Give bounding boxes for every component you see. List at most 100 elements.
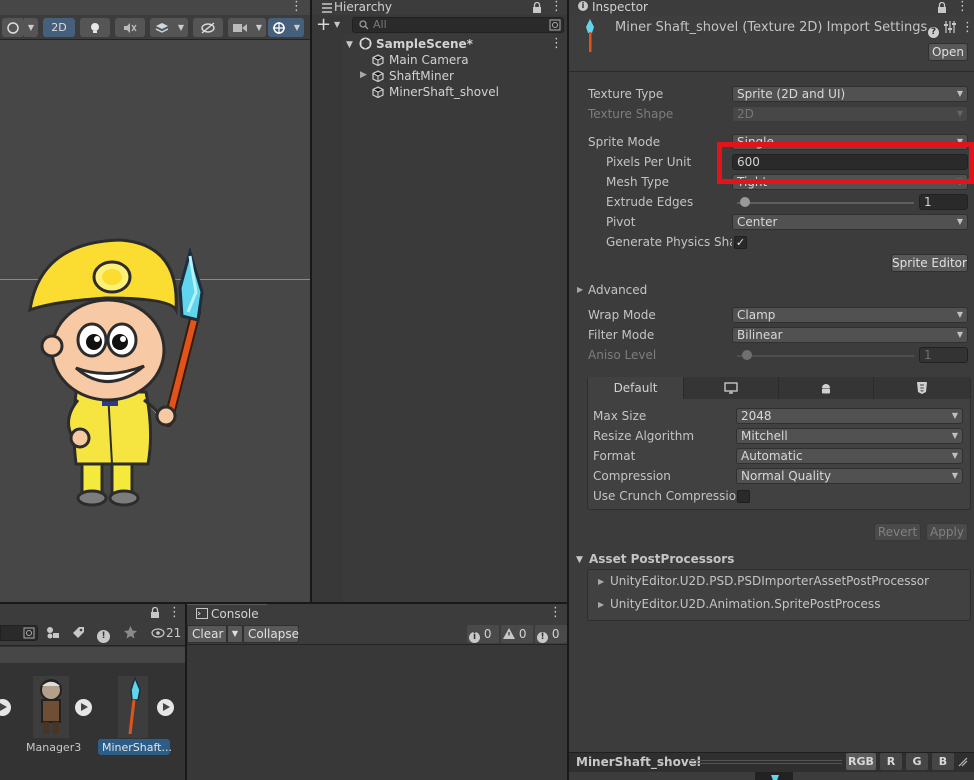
panel-divider[interactable] bbox=[310, 0, 312, 602]
advanced-foldout[interactable]: Advanced bbox=[588, 282, 647, 298]
visibility-toggle-icon[interactable] bbox=[193, 18, 223, 37]
gizmos-dropdown[interactable]: ▼ bbox=[290, 18, 304, 37]
postprocessor-item[interactable]: UnityEditor.U2D.Animation.SpritePostProc… bbox=[610, 596, 880, 612]
open-button[interactable]: Open bbox=[928, 43, 968, 61]
aniso-level-label: Aniso Level bbox=[588, 348, 657, 362]
inspector-tab[interactable]: Inspector bbox=[592, 0, 648, 14]
warning-filter-icon[interactable]: ! bbox=[97, 626, 110, 643]
channel-rgb-button[interactable]: RGB bbox=[846, 753, 876, 770]
resize-algorithm-dropdown[interactable]: Mitchell ▼ bbox=[736, 428, 963, 444]
console-tab[interactable]: Console bbox=[211, 607, 259, 621]
channel-g-button[interactable]: G bbox=[906, 753, 928, 770]
wrap-mode-dropdown[interactable]: Clamp ▼ bbox=[732, 307, 968, 323]
2d-toggle-button[interactable]: 2D bbox=[43, 18, 75, 37]
favorites-star-icon[interactable] bbox=[124, 626, 137, 639]
info-count-toggle[interactable]: i 0 bbox=[467, 625, 499, 643]
max-size-dropdown[interactable]: 2048 ▼ bbox=[736, 408, 963, 424]
console-clear-dropdown[interactable]: ▼ bbox=[227, 625, 243, 643]
scene-more-icon[interactable]: ⋮ bbox=[290, 0, 303, 13]
extrude-edges-input[interactable]: 1 bbox=[919, 194, 968, 210]
miner-character-sprite[interactable] bbox=[20, 232, 210, 512]
scene-expand-icon[interactable]: ▼ bbox=[346, 40, 353, 50]
panel-divider[interactable] bbox=[0, 602, 567, 604]
filter-by-label-icon[interactable] bbox=[72, 626, 85, 639]
sprite-mode-label: Sprite Mode bbox=[588, 135, 661, 149]
manager-asset-thumbnail[interactable] bbox=[33, 676, 69, 738]
lighting-toggle-icon[interactable] bbox=[80, 18, 110, 37]
console-clear-button[interactable]: Clear bbox=[187, 625, 227, 643]
preview-asset-name: MinerShaft_shovel bbox=[576, 755, 701, 769]
scene-more-icon[interactable]: ⋮ bbox=[550, 37, 563, 50]
console-log-area[interactable] bbox=[187, 645, 567, 780]
preset-icon[interactable] bbox=[944, 21, 956, 33]
crunch-compression-checkbox[interactable] bbox=[737, 490, 750, 503]
lock-icon[interactable] bbox=[937, 2, 947, 13]
tab-webgl-platform[interactable] bbox=[874, 377, 970, 399]
filter-mode-dropdown[interactable]: Bilinear ▼ bbox=[732, 327, 968, 343]
shading-mode-dropdown[interactable]: ▼ bbox=[24, 18, 38, 37]
postprocessor-expand-icon[interactable]: ▶ bbox=[598, 600, 604, 609]
panel-divider[interactable] bbox=[185, 604, 187, 780]
scene-search-filter-icon[interactable] bbox=[549, 19, 561, 31]
effects-toggle-icon[interactable] bbox=[150, 18, 174, 37]
format-dropdown[interactable]: Automatic ▼ bbox=[736, 448, 963, 464]
console-collapse-button[interactable]: Collapse bbox=[243, 625, 299, 643]
max-size-label: Max Size bbox=[593, 409, 647, 423]
shovel-asset-thumbnail[interactable] bbox=[118, 676, 148, 738]
texture-type-dropdown[interactable]: Sprite (2D and UI) ▼ bbox=[732, 86, 968, 102]
hidden-packages-icon[interactable] bbox=[151, 628, 165, 638]
filter-by-type-icon[interactable] bbox=[46, 626, 60, 639]
error-count-toggle[interactable]: ! 0 bbox=[535, 625, 567, 643]
inspector-more-icon[interactable]: ⋮ bbox=[956, 0, 969, 13]
effects-dropdown[interactable]: ▼ bbox=[174, 18, 188, 37]
compression-dropdown[interactable]: Normal Quality ▼ bbox=[736, 468, 963, 484]
asset-label-manager3[interactable]: Manager3 bbox=[26, 741, 81, 754]
extrude-edges-slider-handle[interactable] bbox=[740, 197, 750, 207]
audio-mute-icon[interactable] bbox=[115, 18, 145, 37]
hierarchy-item-minershaft-shovel[interactable]: MinerShaft_shovel bbox=[389, 84, 499, 100]
tab-standalone-platform[interactable] bbox=[684, 377, 779, 399]
shaftminer-expand-icon[interactable]: ▶ bbox=[360, 70, 367, 80]
advanced-expand-icon[interactable]: ▶ bbox=[577, 285, 583, 294]
warning-count-toggle[interactable]: 0 bbox=[501, 625, 533, 643]
shading-mode-icon[interactable] bbox=[2, 18, 24, 37]
scene-name[interactable]: SampleScene* bbox=[376, 36, 473, 52]
project-more-icon[interactable]: ⋮ bbox=[168, 606, 181, 619]
preview-drag-handle[interactable] bbox=[690, 760, 842, 764]
postprocessors-foldout[interactable]: Asset PostProcessors bbox=[589, 551, 734, 567]
asset-expand-icon[interactable] bbox=[157, 699, 174, 716]
extrude-edges-slider[interactable] bbox=[737, 202, 914, 204]
generate-physics-checkbox[interactable]: ✓ bbox=[734, 236, 747, 249]
hierarchy-item-shaftminer[interactable]: ShaftMiner bbox=[389, 68, 454, 84]
search-filter-icon[interactable] bbox=[23, 627, 35, 639]
aniso-level-input: 1 bbox=[919, 347, 968, 363]
postprocessor-expand-icon[interactable]: ▶ bbox=[598, 577, 604, 586]
lock-icon[interactable] bbox=[150, 607, 160, 618]
asset-expand-icon[interactable] bbox=[75, 699, 92, 716]
asset-label-minershaft[interactable]: MinerShaft... bbox=[102, 741, 172, 754]
console-more-icon[interactable]: ⋮ bbox=[549, 606, 562, 619]
tab-default-platform[interactable]: Default bbox=[588, 377, 684, 399]
camera-settings-dropdown[interactable]: ▼ bbox=[252, 18, 266, 37]
asset-more-icon[interactable]: ⋮ bbox=[961, 21, 974, 34]
hierarchy-tab[interactable]: Hierarchy bbox=[334, 0, 392, 14]
sprite-editor-button[interactable]: Sprite Editor bbox=[891, 254, 968, 272]
gizmos-icon[interactable] bbox=[268, 18, 290, 37]
revert-button[interactable]: Revert bbox=[874, 523, 921, 541]
add-object-dropdown[interactable]: ▼ bbox=[334, 20, 340, 29]
hierarchy-item-main-camera[interactable]: Main Camera bbox=[389, 52, 469, 68]
postprocessors-expand-icon[interactable]: ▼ bbox=[576, 555, 583, 565]
tab-android-platform[interactable] bbox=[779, 377, 874, 399]
channel-r-button[interactable]: R bbox=[880, 753, 902, 770]
pivot-dropdown[interactable]: Center ▼ bbox=[732, 214, 968, 230]
help-icon[interactable]: ? bbox=[928, 22, 939, 38]
camera-settings-icon[interactable] bbox=[228, 18, 252, 37]
apply-button[interactable]: Apply bbox=[926, 523, 968, 541]
postprocessor-item[interactable]: UnityEditor.U2D.PSD.PSDImporterAssetPost… bbox=[610, 573, 929, 589]
hierarchy-more-icon[interactable]: ⋮ bbox=[550, 0, 563, 13]
preview-menu-icon[interactable] bbox=[957, 756, 969, 768]
lock-icon[interactable] bbox=[532, 2, 542, 13]
channel-b-button[interactable]: B bbox=[932, 753, 954, 770]
panel-divider[interactable] bbox=[567, 0, 569, 780]
add-object-icon[interactable]: + bbox=[316, 16, 331, 34]
